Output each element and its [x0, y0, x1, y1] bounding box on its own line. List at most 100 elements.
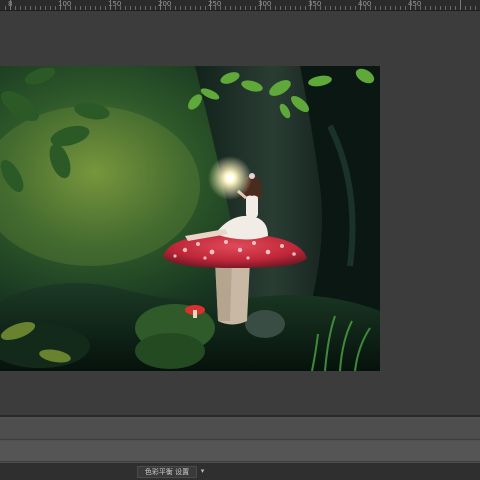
ruler-tick	[470, 6, 471, 10]
ruler-tick	[475, 6, 476, 10]
ruler-tick	[420, 6, 421, 10]
ruler-tick	[450, 6, 451, 10]
preset-dropdown[interactable]: 色彩平衡 设置	[137, 466, 197, 478]
ruler-tick	[385, 6, 386, 10]
ruler-tick	[265, 6, 266, 10]
ruler-tick	[165, 6, 166, 10]
ruler-tick	[325, 6, 326, 10]
panel-footer: 色彩平衡 设置 ▾	[0, 463, 480, 480]
ruler-tick	[330, 6, 331, 10]
ruler-tick	[355, 6, 356, 10]
ruler-tick	[170, 6, 171, 10]
ruler-tick	[55, 6, 56, 10]
ruler-tick	[130, 6, 131, 10]
ruler-tick	[105, 6, 106, 10]
ruler-tick	[135, 6, 136, 10]
ruler-tick	[220, 6, 221, 10]
ruler-tick	[300, 6, 301, 10]
ruler-tick	[410, 0, 411, 10]
ruler-tick	[70, 6, 71, 10]
ruler-tick	[465, 6, 466, 10]
ruler-tick	[225, 6, 226, 10]
ruler-tick	[50, 6, 51, 10]
ruler-tick	[120, 6, 121, 10]
ruler-tick	[280, 6, 281, 10]
ruler-tick	[145, 6, 146, 10]
ruler-tick	[365, 6, 366, 10]
ruler-tick	[460, 0, 461, 10]
ruler-tick	[320, 6, 321, 10]
ruler-tick	[290, 6, 291, 10]
ruler-tick	[380, 6, 381, 10]
ruler-tick	[5, 6, 6, 10]
artwork-image[interactable]	[0, 66, 380, 371]
fairy-mushroom-photo	[0, 66, 380, 371]
ruler-tick	[340, 6, 341, 10]
ruler-tick	[425, 6, 426, 10]
ruler-tick	[370, 6, 371, 10]
ruler-tick	[155, 6, 156, 10]
ruler-tick	[15, 6, 16, 10]
ruler-tick	[415, 6, 416, 10]
ruler-tick	[310, 0, 311, 10]
ruler-tick	[20, 6, 21, 10]
ruler-tick	[150, 6, 151, 10]
ruler-tick	[260, 0, 261, 10]
ruler-tick	[315, 6, 316, 10]
ruler-tick	[90, 6, 91, 10]
ruler-tick	[405, 6, 406, 10]
ruler-tick	[360, 0, 361, 10]
top-ruler[interactable]: 8 100 150 200 250 300 350 400 450	[0, 0, 480, 11]
ruler-tick	[435, 6, 436, 10]
ruler-tick	[115, 6, 116, 10]
ruler-tick	[140, 6, 141, 10]
ruler-tick	[235, 6, 236, 10]
bottom-panel: 色彩平衡 设置 ▾	[0, 417, 480, 480]
ruler-tick	[185, 6, 186, 10]
ruler-tick	[180, 6, 181, 10]
ruler-tick	[25, 6, 26, 10]
ruler-tick	[335, 6, 336, 10]
ruler-tick	[35, 6, 36, 10]
ruler-tick	[270, 6, 271, 10]
ruler-tick	[255, 6, 256, 10]
ruler-tick	[205, 6, 206, 10]
ruler-tick	[10, 0, 11, 10]
ruler-tick	[400, 6, 401, 10]
ruler-tick	[65, 6, 66, 10]
ruler-tick	[200, 6, 201, 10]
ruler-tick	[390, 6, 391, 10]
ruler-tick	[45, 6, 46, 10]
ruler-tick	[350, 6, 351, 10]
panel-row[interactable]	[0, 419, 480, 440]
ruler-tick	[240, 6, 241, 10]
ruler-tick	[250, 6, 251, 10]
ruler-tick	[175, 6, 176, 10]
ruler-tick	[100, 6, 101, 10]
ruler-tick	[295, 6, 296, 10]
panel-row[interactable]	[0, 441, 480, 462]
ruler-tick	[125, 6, 126, 10]
ruler-tick	[195, 6, 196, 10]
ruler-tick	[455, 6, 456, 10]
ruler-tick	[275, 6, 276, 10]
ruler-tick	[375, 6, 376, 10]
ruler-tick	[60, 0, 61, 10]
ruler-tick	[345, 6, 346, 10]
ruler-tick	[160, 0, 161, 10]
ruler-tick	[395, 6, 396, 10]
ruler-tick	[305, 6, 306, 10]
ruler-tick	[210, 0, 211, 10]
ruler-tick	[30, 6, 31, 10]
ruler-tick	[430, 6, 431, 10]
document-workspace[interactable]	[0, 11, 480, 415]
ruler-tick	[80, 6, 81, 10]
ruler-tick	[110, 0, 111, 10]
ruler-tick	[230, 6, 231, 10]
chevron-down-icon[interactable]: ▾	[198, 466, 207, 476]
ruler-tick	[215, 6, 216, 10]
ruler-tick	[190, 6, 191, 10]
ruler-tick	[40, 6, 41, 10]
ruler-tick	[445, 6, 446, 10]
ruler-tick	[440, 6, 441, 10]
